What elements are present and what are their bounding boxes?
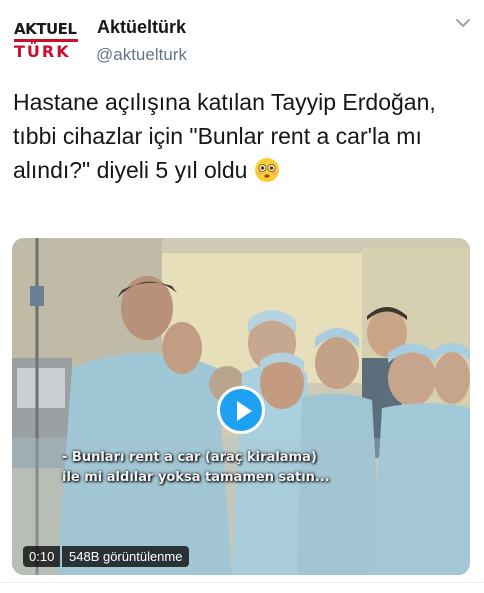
chevron-down-icon[interactable] <box>454 16 472 30</box>
view-count: 548B görüntülenme <box>62 546 190 567</box>
subtitle-line-1: - Bunları rent a car (araç kiralama) <box>62 450 317 465</box>
subtitle-line-2: ile mi aldılar yoksa tamamen satın... <box>62 470 330 485</box>
account-handle[interactable]: @aktuelturk <box>96 45 187 65</box>
video-subtitle: - Bunları rent a car (araç kiralama) ile… <box>62 448 412 488</box>
display-name[interactable]: Aktüeltürk <box>97 17 186 38</box>
account-logo[interactable]: AKTUEL TÜRK <box>14 22 80 62</box>
logo-top-text: AKTUEL <box>14 20 77 38</box>
tweet-text: Hastane açılışına katılan Tayyip Erdoğan… <box>13 85 468 187</box>
play-button[interactable] <box>217 386 265 434</box>
tweet-header: AKTUEL TÜRK Aktüeltürk @aktuelturk <box>0 0 484 80</box>
flushed-face-emoji-icon <box>254 158 279 182</box>
video-duration: 0:10 <box>23 546 61 567</box>
video-player[interactable]: - Bunları rent a car (araç kiralama) ile… <box>12 238 470 575</box>
divider <box>0 582 484 583</box>
play-icon <box>237 401 252 421</box>
tweet-body: Hastane açılışına katılan Tayyip Erdoğan… <box>13 89 443 183</box>
logo-bottom-text: TÜRK <box>14 42 71 61</box>
